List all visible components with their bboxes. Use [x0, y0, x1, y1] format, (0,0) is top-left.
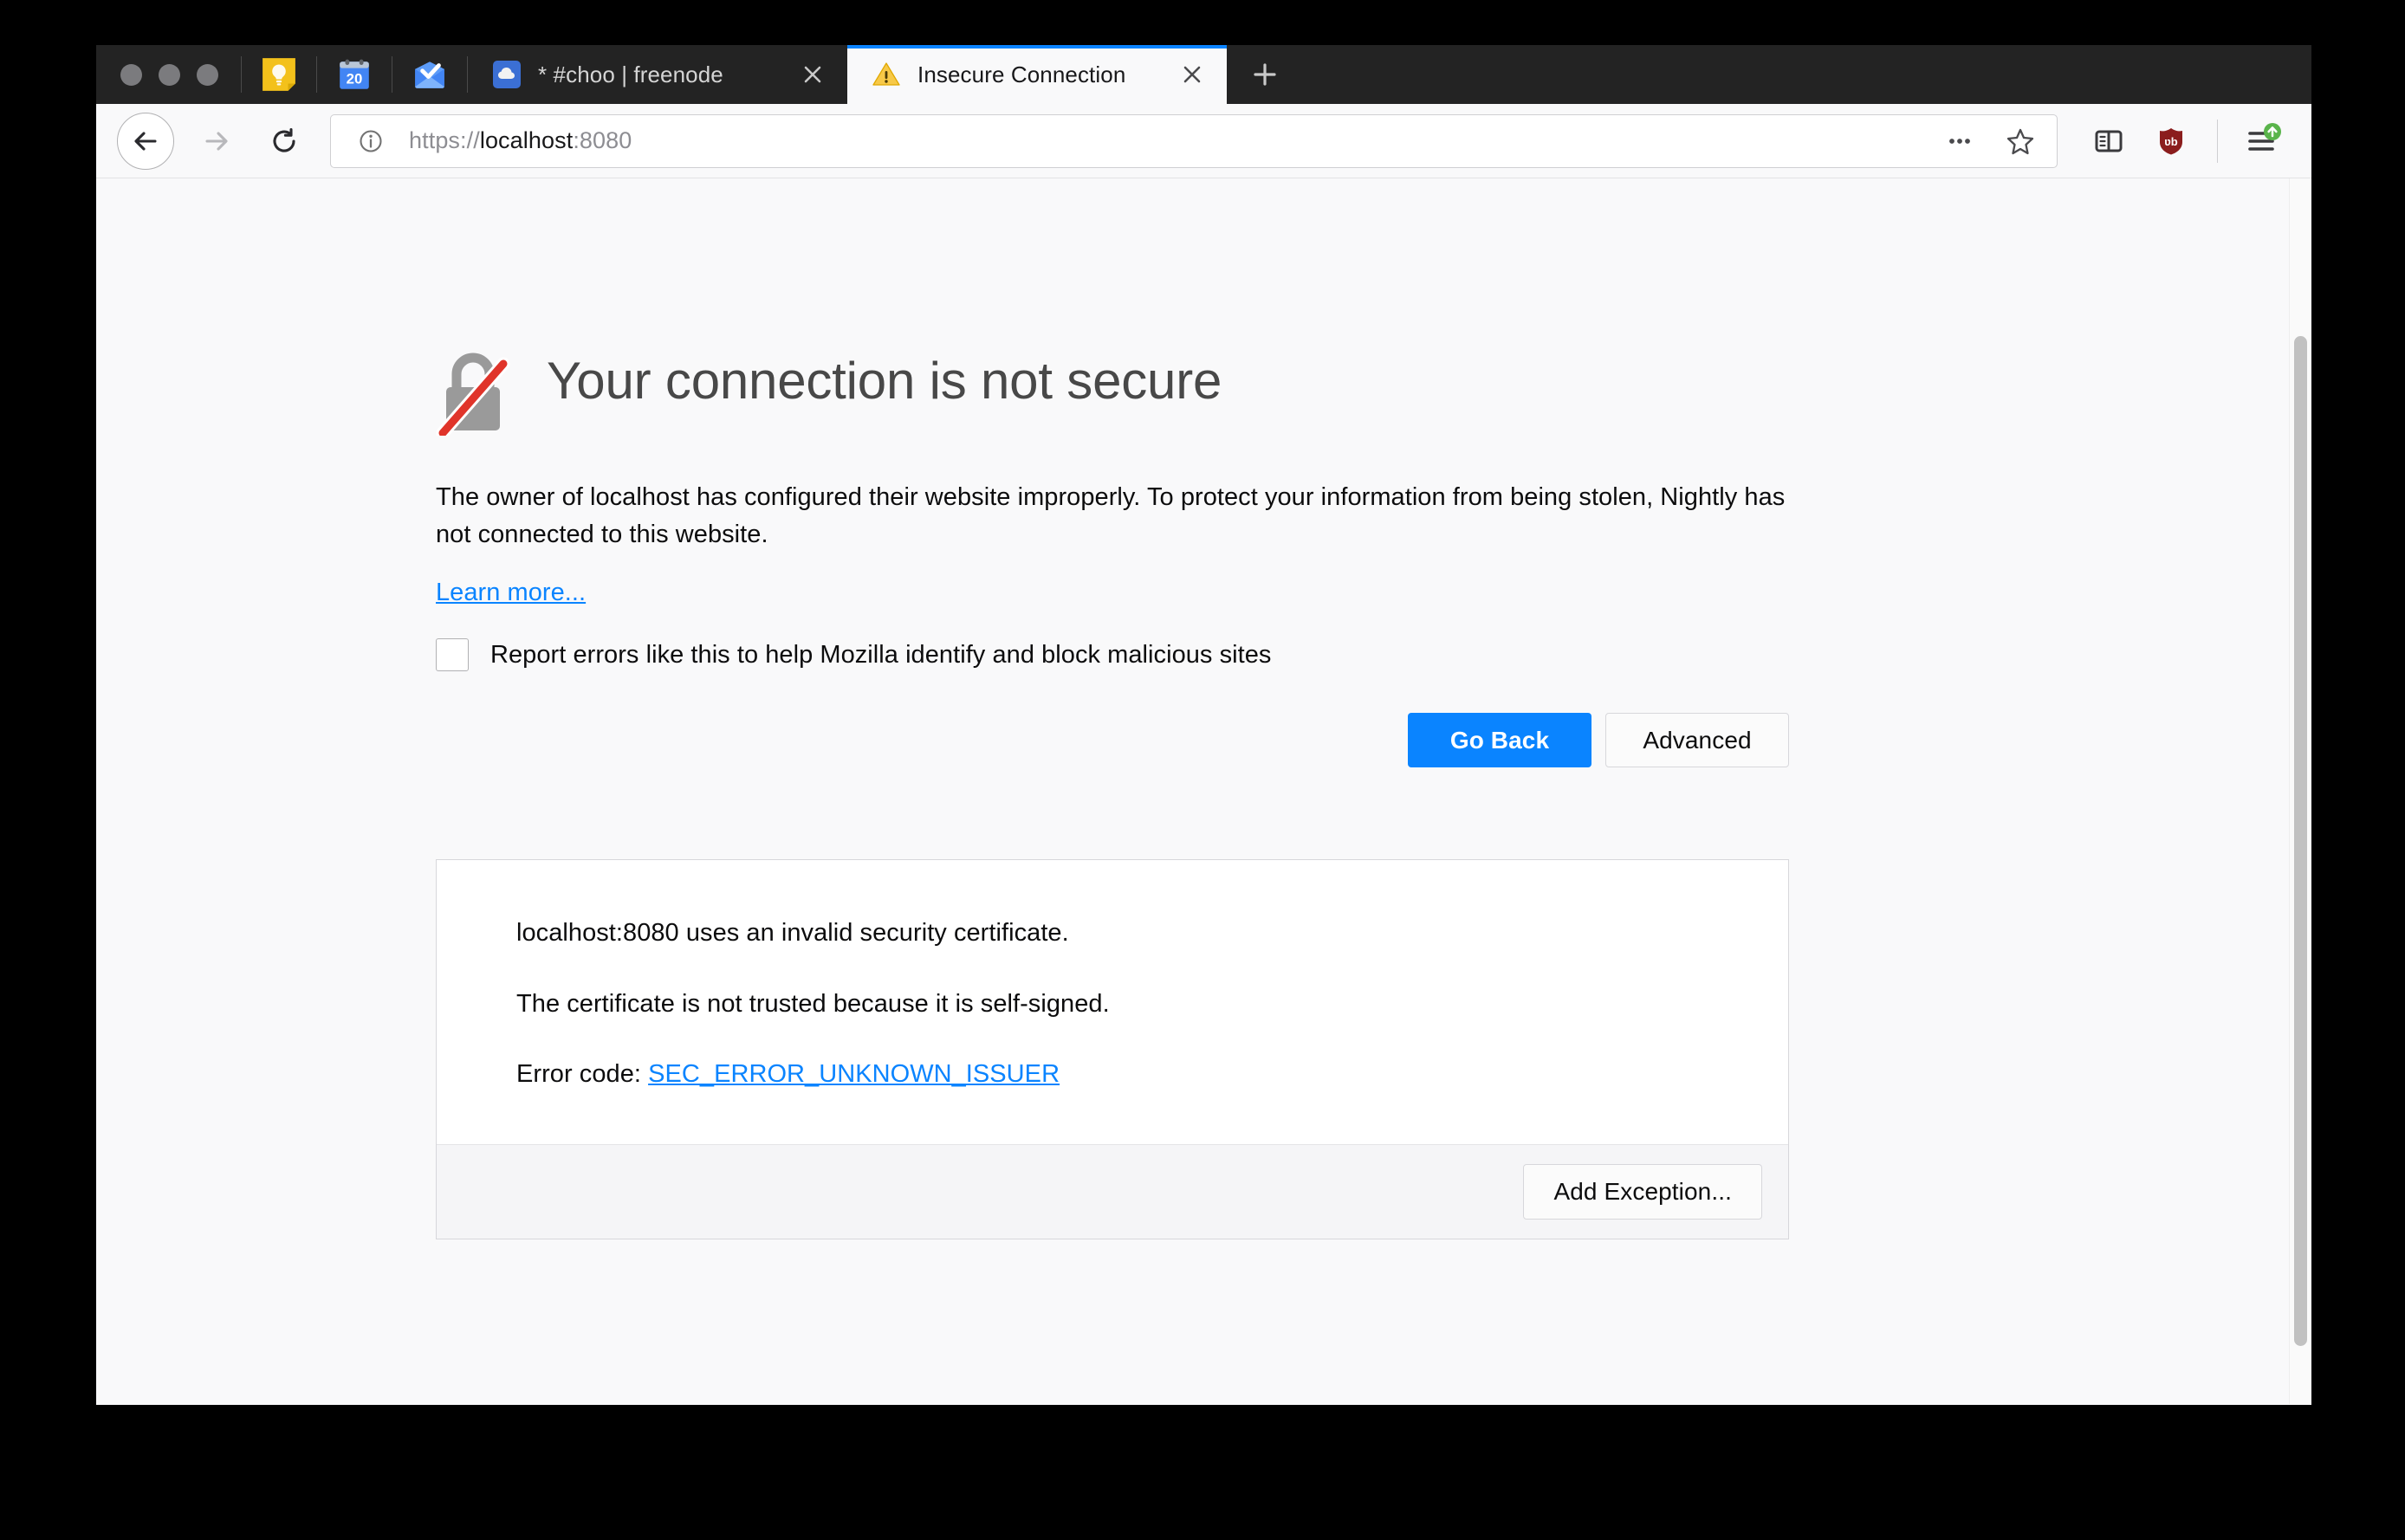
window-close-button[interactable] [120, 63, 142, 86]
app-menu-button[interactable] [2235, 113, 2292, 170]
url-text[interactable]: https://localhost:8080 [409, 127, 1922, 154]
tab-title: * #choo | freenode [538, 61, 723, 87]
pinned-tab-google-inbox[interactable] [392, 45, 467, 104]
lightbulb-icon [263, 58, 295, 91]
cert-invalid-line: localhost:8080 uses an invalid security … [516, 919, 1069, 948]
close-icon [804, 66, 821, 83]
navigation-toolbar: https://localhost:8080 ʋb [96, 104, 2311, 178]
go-back-button[interactable]: Go Back [1408, 713, 1591, 768]
warning-triangle-icon [872, 62, 900, 86]
svg-text:20: 20 [347, 71, 363, 87]
page-title: Your connection is not secure [547, 352, 1222, 410]
pinned-tab-google-keep[interactable] [242, 45, 316, 104]
report-errors-row: Report errors like this to help Mozilla … [436, 638, 1789, 672]
bookmark-button[interactable] [1998, 119, 2043, 164]
url-host: localhost [479, 127, 574, 153]
content-area: Your connection is not secure The owner … [96, 178, 2311, 1404]
url-bar[interactable]: https://localhost:8080 [330, 113, 2058, 168]
riot-cloud-icon [493, 61, 521, 88]
report-errors-label: Report errors like this to help Mozilla … [490, 640, 1272, 669]
tab-close-button[interactable] [1175, 57, 1209, 92]
learn-more-link[interactable]: Learn more... [436, 579, 586, 607]
window-minimize-button[interactable] [159, 63, 180, 86]
close-icon [1183, 66, 1201, 83]
new-tab-button[interactable] [1227, 45, 1303, 104]
advanced-button[interactable]: Advanced [1605, 713, 1789, 768]
inbox-check-icon [415, 61, 444, 88]
error-action-buttons: Go Back Advanced [436, 713, 1789, 768]
star-icon [2006, 128, 2034, 154]
arrow-right-icon [205, 131, 228, 151]
page-actions-button[interactable] [1937, 119, 1982, 164]
shield-icon: ʋb [2160, 127, 2182, 154]
insecure-connection-error-page: Your connection is not secure The owner … [436, 340, 1789, 1240]
calendar-icon: 20 [340, 59, 369, 89]
browser-window: 20 * #choo | freenode Insecure Connectio… [96, 45, 2311, 1405]
forward-button[interactable] [188, 113, 245, 170]
sidebar-icon [2095, 130, 2123, 152]
window-traffic-lights [96, 45, 241, 104]
svg-text:ʋb: ʋb [2164, 135, 2178, 148]
reload-icon [273, 127, 295, 152]
info-circle-icon [360, 129, 382, 152]
error-code-link[interactable]: SEC_ERROR_UNKNOWN_ISSUER [648, 1060, 1060, 1088]
reload-button[interactable] [256, 113, 313, 170]
error-code-label: Error code: [516, 1060, 641, 1089]
window-maximize-button[interactable] [197, 63, 218, 86]
toolbar-separator [2217, 119, 2218, 163]
cert-error-code-line: Error code: SEC_ERROR_UNKNOWN_ISSUER [516, 1057, 1708, 1092]
tab-close-button[interactable] [795, 57, 830, 92]
ublock-origin-button[interactable]: ʋb [2142, 113, 2200, 170]
report-errors-checkbox[interactable] [436, 638, 469, 672]
ellipsis-icon [1949, 138, 1970, 144]
hamburger-menu-icon [2248, 122, 2281, 151]
pinned-tab-google-calendar[interactable]: 20 [317, 45, 392, 104]
content-scrollbar[interactable] [2289, 178, 2311, 1404]
scrollbar-thumb[interactable] [2294, 336, 2307, 1346]
url-scheme: https:// [409, 127, 480, 153]
broken-lock-icon [436, 353, 510, 436]
error-header: Your connection is not secure [436, 340, 1789, 436]
cert-untrusted-line: The certificate is not trusted because i… [516, 989, 1110, 1018]
tab-strip: 20 * #choo | freenode Insecure Connectio… [96, 45, 2311, 104]
tab-insecure-connection[interactable]: Insecure Connection [847, 45, 1227, 104]
sidebar-toggle-button[interactable] [2080, 113, 2137, 170]
arrow-left-icon [134, 131, 157, 151]
url-port: :8080 [573, 127, 632, 153]
back-button[interactable] [117, 112, 174, 170]
identity-info-icon[interactable] [348, 119, 393, 164]
tab-title: Insecure Connection [917, 61, 1126, 87]
certificate-details-body: localhost:8080 uses an invalid security … [437, 860, 1788, 1144]
add-exception-button[interactable]: Add Exception... [1523, 1164, 1762, 1220]
plus-icon [1254, 63, 1276, 86]
certificate-details-panel: localhost:8080 uses an invalid security … [436, 859, 1789, 1240]
certificate-panel-footer: Add Exception... [437, 1144, 1788, 1239]
tab-choo-freenode[interactable]: * #choo | freenode [468, 45, 847, 104]
error-description: The owner of localhost has configured th… [436, 483, 1786, 548]
